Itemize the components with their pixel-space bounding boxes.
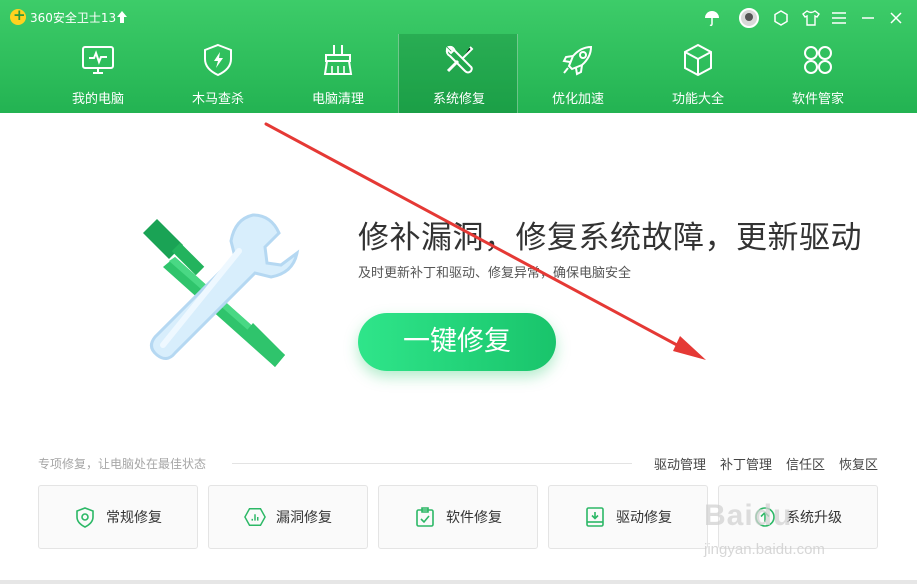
broom-icon	[320, 42, 356, 78]
one-click-repair-button[interactable]: 一键修复	[358, 313, 556, 371]
minimize-icon[interactable]	[858, 8, 878, 28]
vulnerability-repair-card[interactable]: 漏洞修复	[208, 485, 368, 549]
monitor-icon	[80, 42, 116, 78]
book-download-icon	[584, 506, 606, 528]
nav-label: 木马查杀	[191, 92, 244, 107]
cube-icon	[680, 42, 716, 78]
nav-label: 软件管家	[791, 92, 844, 107]
card-label: 常规修复	[106, 510, 162, 526]
nav-label: 功能大全	[671, 92, 724, 107]
card-label: 漏洞修复	[276, 510, 332, 526]
main-nav: 我的电脑 木马查杀 电脑清理 系统修复 优化加速 功能大全 软件管家	[0, 34, 917, 113]
avatar[interactable]	[739, 8, 759, 28]
patch-management-link[interactable]: 补丁管理	[720, 454, 772, 473]
wrench-screwdriver-icon	[441, 42, 477, 78]
header: 360安全卫士13	[0, 0, 917, 113]
system-upgrade-card[interactable]: 系统升级	[718, 485, 878, 549]
repair-tools-illustration	[135, 205, 310, 380]
skin-icon[interactable]	[771, 8, 791, 28]
driver-repair-card[interactable]: 驱动修复	[548, 485, 708, 549]
nav-label: 优化加速	[551, 92, 604, 107]
upgrade-arrow-icon[interactable]	[116, 10, 128, 24]
shield-icon	[74, 506, 96, 528]
recovery-zone-link[interactable]: 恢复区	[839, 454, 878, 473]
nav-item-my-computer[interactable]: 我的电脑	[38, 34, 158, 113]
bottom-border	[0, 580, 917, 584]
menu-icon[interactable]	[829, 8, 849, 28]
upgrade-circle-icon	[754, 506, 776, 528]
hero-subtitle: 及时更新补丁和驱动、修复异常，确保电脑安全	[358, 266, 632, 281]
card-label: 软件修复	[446, 510, 502, 526]
hexagon-chart-icon	[244, 506, 266, 528]
trust-zone-link[interactable]: 信任区	[786, 454, 825, 473]
software-repair-card[interactable]: 软件修复	[378, 485, 538, 549]
section-links: 驱动管理 补丁管理 信任区 恢复区	[654, 454, 878, 473]
hero-title: 修补漏洞，修复系统故障，更新驱动	[358, 220, 862, 256]
app-window: 360安全卫士13	[0, 0, 917, 584]
apps-grid-icon	[800, 42, 836, 78]
rocket-icon	[560, 42, 596, 78]
app-logo-icon	[10, 6, 26, 25]
section-caption: 专项修复，让电脑处在最佳状态	[38, 457, 207, 471]
nav-item-software-manager[interactable]: 软件管家	[758, 34, 878, 113]
nav-item-trojan-scan[interactable]: 木马查杀	[158, 34, 278, 113]
driver-management-link[interactable]: 驱动管理	[654, 454, 706, 473]
section-divider	[232, 463, 632, 464]
shirt-icon[interactable]	[801, 8, 821, 28]
close-icon[interactable]	[886, 8, 906, 28]
nav-label: 我的电脑	[71, 92, 124, 107]
clipboard-check-icon	[414, 506, 436, 528]
app-title: 360安全卫士13	[30, 11, 117, 25]
nav-item-optimize[interactable]: 优化加速	[518, 34, 638, 113]
nav-item-pc-cleanup[interactable]: 电脑清理	[278, 34, 398, 113]
titlebar: 360安全卫士13	[0, 0, 917, 34]
special-repair-header: 专项修复，让电脑处在最佳状态 驱动管理 补丁管理 信任区 恢复区	[38, 454, 878, 474]
routine-repair-card[interactable]: 常规修复	[38, 485, 198, 549]
card-label: 系统升级	[786, 510, 842, 526]
nav-item-system-repair[interactable]: 系统修复	[398, 34, 518, 113]
nav-item-features[interactable]: 功能大全	[638, 34, 758, 113]
umbrella-icon[interactable]	[702, 8, 722, 28]
shield-bolt-icon	[200, 42, 236, 78]
card-label: 驱动修复	[616, 510, 672, 526]
nav-label: 系统修复	[432, 92, 485, 107]
nav-label: 电脑清理	[311, 92, 364, 107]
